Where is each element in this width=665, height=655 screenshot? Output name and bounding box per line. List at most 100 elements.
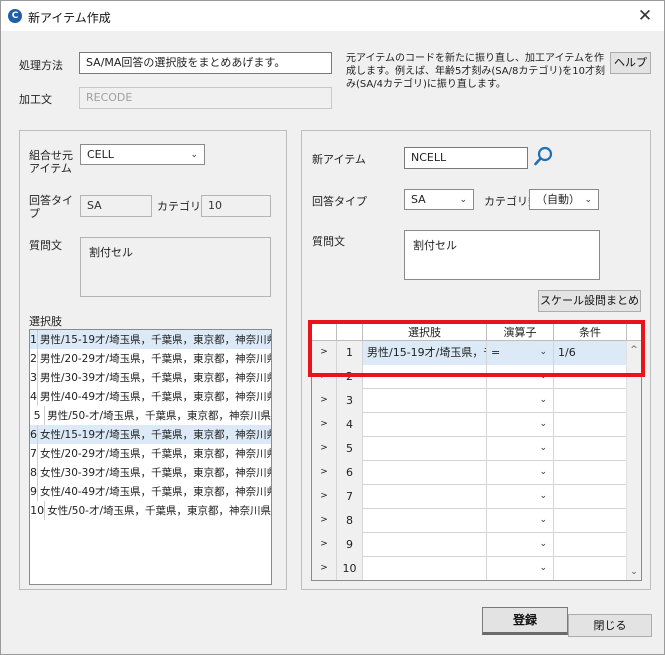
choice-cell[interactable]	[363, 389, 487, 413]
row-number: 10	[337, 557, 363, 580]
row-number: 6	[337, 461, 363, 485]
close-icon[interactable]: ✕	[634, 5, 656, 27]
new-question-text-area[interactable]: 割付セル	[404, 230, 600, 280]
condition-cell[interactable]	[554, 509, 627, 533]
list-item-label: 男性/20-29才/埼玉県，千葉県，東京都，神奈川県/	[40, 353, 272, 365]
new-item-field[interactable]: NCELL	[404, 147, 528, 169]
list-item[interactable]: 10 女性/50-才/埼玉県，千葉県，東京都，神奈川県	[30, 501, 271, 520]
operator-cell[interactable]: ⌄	[487, 485, 554, 509]
list-item-label: 女性/50-才/埼玉県，千葉県，東京都，神奈川県	[47, 505, 271, 517]
row-number-text: 8	[346, 514, 353, 527]
list-item-label: 女性/30-39才/埼玉県，千葉県，東京都，神奈川県/	[40, 467, 272, 479]
choice-cell[interactable]	[363, 509, 487, 533]
list-item-number: 5	[30, 406, 46, 425]
chevron-down-icon: ⌄	[539, 539, 547, 549]
chevron-down-icon: ⌄	[539, 395, 547, 405]
new-answer-type-select[interactable]: SA ⌄	[404, 189, 474, 210]
window-title: 新アイテム作成	[28, 11, 111, 25]
table-row[interactable]: >5 ⌄	[312, 437, 641, 461]
combo-source-select[interactable]: CELL ⌄	[80, 144, 205, 165]
row-selector-text: >	[320, 539, 328, 549]
condition-cell[interactable]	[554, 437, 627, 461]
operator-cell[interactable]: ⌄	[487, 413, 554, 437]
scale-question-button[interactable]: スケール設問まとめ	[538, 290, 641, 312]
table-row[interactable]: >9 ⌄	[312, 533, 641, 557]
method-field[interactable]: SA/MA回答の選択肢をまとめあげます。	[79, 52, 332, 74]
scroll-down-icon[interactable]: ⌄	[627, 567, 641, 577]
row-selector-text: >	[320, 395, 328, 405]
row-selector-text: >	[320, 515, 328, 525]
operator-cell[interactable]: ⌄	[487, 389, 554, 413]
help-button[interactable]: ヘルプ	[610, 52, 651, 74]
list-item[interactable]: 6 女性/15-19才/埼玉県，千葉県，東京都，神奈川県/	[30, 425, 271, 444]
operator-cell[interactable]: ⌄	[487, 509, 554, 533]
condition-cell[interactable]	[554, 389, 627, 413]
choice-cell[interactable]	[363, 437, 487, 461]
list-item[interactable]: 1 男性/15-19才/埼玉県，千葉県，東京都，神奈川県/	[30, 330, 271, 349]
choice-cell[interactable]	[363, 557, 487, 580]
table-row[interactable]: >4 ⌄	[312, 413, 641, 437]
row-number: 3	[337, 389, 363, 413]
condition-cell[interactable]	[554, 413, 627, 437]
list-item-number: 1	[30, 330, 38, 349]
choice-cell[interactable]	[363, 413, 487, 437]
operator-cell-text	[487, 394, 491, 407]
operator-cell-text	[487, 490, 491, 503]
list-item[interactable]: 3 男性/30-39才/埼玉県，千葉県，東京都，神奈川県/	[30, 368, 271, 387]
register-button[interactable]: 登録	[482, 607, 568, 635]
row-number: 8	[337, 509, 363, 533]
choice-cell[interactable]	[363, 485, 487, 509]
row-number: 9	[337, 533, 363, 557]
row-number-text: 5	[346, 442, 353, 455]
row-selector: >	[312, 413, 337, 437]
condition-cell[interactable]	[554, 461, 627, 485]
table-row[interactable]: >6 ⌄	[312, 461, 641, 485]
new-answer-type-value: SA	[411, 193, 426, 206]
condition-cell[interactable]	[554, 557, 627, 580]
row-number: 4	[337, 413, 363, 437]
operator-cell[interactable]: ⌄	[487, 461, 554, 485]
choices-list[interactable]: 1 男性/15-19才/埼玉県，千葉県，東京都，神奈川県/2 男性/20-29才/埼…	[29, 329, 272, 585]
chevron-down-icon: ⌄	[539, 419, 547, 429]
row-selector-text: >	[320, 467, 328, 477]
search-icon[interactable]	[533, 145, 555, 167]
list-item[interactable]: 4 男性/40-49才/埼玉県，千葉県，東京都，神奈川県/	[30, 387, 271, 406]
list-item[interactable]: 7 女性/20-29才/埼玉県，千葉県，東京都，神奈川県/	[30, 444, 271, 463]
chevron-down-icon: ⌄	[539, 563, 547, 573]
condition-cell[interactable]	[554, 533, 627, 557]
table-row[interactable]: >7 ⌄	[312, 485, 641, 509]
app-icon: C	[8, 9, 22, 23]
list-item[interactable]: 9 女性/40-49才/埼玉県，千葉県，東京都，神奈川県/	[30, 482, 271, 501]
choice-cell[interactable]	[363, 533, 487, 557]
new-category-count-value: （自動）	[536, 193, 580, 206]
list-item-label: 男性/40-49才/埼玉県，千葉県，東京都，神奈川県/	[40, 391, 272, 403]
close-button[interactable]: 閉じる	[568, 614, 652, 637]
title-bar: C 新アイテム作成 ✕	[1, 1, 664, 31]
info-text: 元アイテムのコードを新たに振り直し、加工アイテムを作成します。例えば、年齢5才刻…	[346, 53, 605, 90]
list-item-label: 女性/20-29才/埼玉県，千葉県，東京都，神奈川県/	[40, 448, 272, 460]
row-selector-text: >	[320, 491, 328, 501]
table-row[interactable]: >3 ⌄	[312, 389, 641, 413]
question-label: 質問文	[29, 239, 62, 252]
operator-cell[interactable]: ⌄	[487, 533, 554, 557]
process-label: 加工文	[19, 93, 52, 106]
table-row[interactable]: >10 ⌄	[312, 557, 641, 580]
choice-cell[interactable]	[363, 461, 487, 485]
grid-scrollbar[interactable]: ^ ⌄	[626, 341, 641, 580]
table-row[interactable]: >8 ⌄	[312, 509, 641, 533]
condition-cell[interactable]	[554, 485, 627, 509]
list-item-number: 10	[30, 501, 46, 520]
list-item[interactable]: 2 男性/20-29才/埼玉県，千葉県，東京都，神奈川県/	[30, 349, 271, 368]
row-number-text: 10	[342, 562, 357, 575]
list-item[interactable]: 5 男性/50-才/埼玉県，千葉県，東京都，神奈川県	[30, 406, 271, 425]
operator-cell[interactable]: ⌄	[487, 437, 554, 461]
list-item[interactable]: 8 女性/30-39才/埼玉県，千葉県，東京都，神奈川県/	[30, 463, 271, 482]
new-answer-type-label: 回答タイプ	[312, 195, 367, 208]
operator-cell[interactable]: ⌄	[487, 557, 554, 580]
operator-cell-text	[487, 418, 491, 431]
operator-cell-text	[487, 562, 491, 575]
new-category-count-select[interactable]: （自動） ⌄	[529, 189, 599, 210]
list-item-number: 7	[30, 444, 38, 463]
list-item-number: 4	[30, 387, 38, 406]
row-number-text: 7	[346, 490, 353, 503]
